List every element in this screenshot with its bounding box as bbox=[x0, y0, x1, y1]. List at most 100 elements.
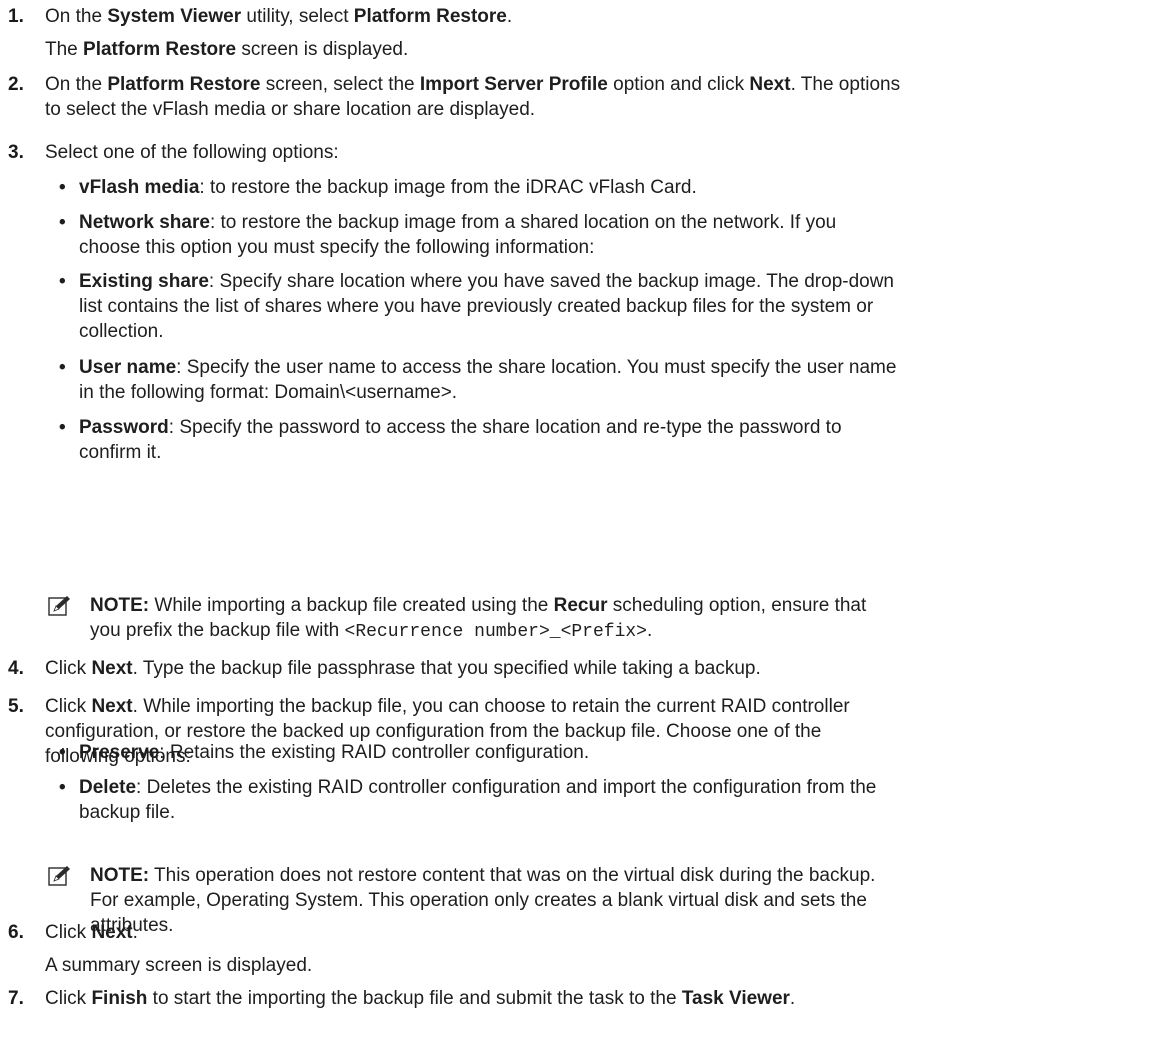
text-run: Click bbox=[45, 658, 92, 679]
text-run: : Specify the password to access the sha… bbox=[168, 417, 842, 438]
bold-term: Finish bbox=[91, 988, 148, 1009]
step-number: 4. bbox=[8, 658, 24, 679]
bold-term: Network share bbox=[79, 212, 210, 233]
text-run: . The options bbox=[790, 74, 901, 95]
text-run: Click bbox=[45, 696, 92, 717]
bullet-text: Network share: to restore the backup ima… bbox=[79, 210, 836, 236]
step-number: 5. bbox=[8, 696, 24, 717]
text-run: scheduling option, ensure that bbox=[607, 595, 867, 616]
bullet-text: confirm it. bbox=[79, 440, 161, 466]
text-run: list contains the list of shares where y… bbox=[79, 296, 874, 317]
text-run: : to restore the backup image from the i… bbox=[199, 177, 697, 198]
text-run: Select one of the following options: bbox=[45, 142, 339, 163]
text-run: configuration, or restore the backed up … bbox=[45, 721, 822, 742]
note-text: NOTE: This operation does not restore co… bbox=[90, 863, 875, 889]
text-run: Click bbox=[45, 988, 92, 1009]
bold-term: Next bbox=[91, 658, 133, 679]
bold-term: User name bbox=[79, 357, 177, 378]
text-run: . bbox=[506, 6, 513, 27]
step-text: On the System Viewer utility, select Pla… bbox=[45, 4, 512, 30]
bold-term: System Viewer bbox=[107, 6, 242, 27]
text-run: While importing a backup file created us… bbox=[149, 595, 554, 616]
bold-term: Recur bbox=[553, 595, 608, 616]
text-run: : Deletes the existing RAID controller c… bbox=[136, 777, 877, 798]
bullet-text: list contains the list of shares where y… bbox=[79, 294, 873, 320]
text-run: A summary screen is displayed. bbox=[45, 955, 313, 976]
bold-term: Platform Restore bbox=[83, 39, 237, 60]
pencil-note-icon bbox=[48, 595, 72, 617]
text-run: . bbox=[789, 988, 796, 1009]
pencil-note-icon bbox=[48, 865, 72, 887]
step-text: Click Finish to start the importing the … bbox=[45, 986, 795, 1012]
note-text: For example, Operating System. This oper… bbox=[90, 888, 867, 914]
step-text: On the Platform Restore screen, select t… bbox=[45, 72, 900, 98]
text-run: option and click bbox=[607, 74, 750, 95]
bold-term: Task Viewer bbox=[681, 988, 790, 1009]
text-run: to start the importing the backup file a… bbox=[147, 988, 682, 1009]
text-run: screen is displayed. bbox=[236, 39, 409, 60]
step-number: 2. bbox=[8, 74, 24, 95]
bold-term: vFlash media bbox=[79, 177, 200, 198]
step-text: Click Next. While importing the backup f… bbox=[45, 694, 850, 720]
bullet-text: backup file. bbox=[79, 800, 175, 826]
bullet-marker: • bbox=[59, 777, 66, 798]
bold-term: Platform Restore bbox=[107, 74, 261, 95]
text-run: The bbox=[45, 39, 84, 60]
text-run: . Type the backup file passphrase that y… bbox=[132, 658, 761, 679]
bullet-text: in the following format: Domain\<usernam… bbox=[79, 380, 457, 406]
step-number: 3. bbox=[8, 142, 24, 163]
text-run: For example, Operating System. This oper… bbox=[90, 890, 867, 911]
step-text: Click Next. bbox=[45, 920, 138, 946]
bold-term: NOTE: bbox=[90, 865, 150, 886]
text-run: . While importing the backup file, you c… bbox=[132, 696, 850, 717]
bullet-marker: • bbox=[59, 417, 66, 438]
text-run: to select the vFlash media or share loca… bbox=[45, 99, 536, 120]
text-run: : to restore the backup image from a sha… bbox=[209, 212, 837, 233]
text-run: On the bbox=[45, 6, 108, 27]
text-run: : Specify share location where you have … bbox=[208, 271, 895, 292]
note-text: NOTE: While importing a backup file crea… bbox=[90, 593, 866, 619]
step-number: 1. bbox=[8, 6, 24, 27]
code-text: <Recurrence number>_<Prefix> bbox=[344, 622, 647, 642]
text-run: you prefix the backup file with bbox=[90, 620, 345, 641]
bullet-text: vFlash media: to restore the backup imag… bbox=[79, 175, 697, 201]
step-result-text: The Platform Restore screen is displayed… bbox=[45, 37, 408, 63]
document-page: 1. On the System Viewer utility, select P… bbox=[0, 0, 1168, 1047]
bold-term: Import Server Profile bbox=[419, 74, 608, 95]
bullet-marker: • bbox=[59, 177, 66, 198]
bullet-text: collection. bbox=[79, 319, 164, 345]
step-number: 6. bbox=[8, 922, 24, 943]
text-run: . bbox=[132, 922, 138, 943]
text-run: This operation does not restore content … bbox=[149, 865, 876, 886]
step-result-text: A summary screen is displayed. bbox=[45, 953, 312, 979]
text-run: confirm it. bbox=[79, 442, 162, 463]
bullet-text: choose this option you must specify the … bbox=[79, 235, 594, 261]
text-run: screen, select the bbox=[260, 74, 420, 95]
bold-term: NOTE: bbox=[90, 595, 150, 616]
bold-term: Next bbox=[749, 74, 791, 95]
text-run: : Retains the existing RAID controller c… bbox=[159, 742, 590, 763]
text-run: On the bbox=[45, 74, 108, 95]
bullet-text: User name: Specify the user name to acce… bbox=[79, 355, 896, 381]
bold-term: Next bbox=[91, 922, 133, 943]
bullet-text: Password: Specify the password to access… bbox=[79, 415, 842, 441]
step-text: to select the vFlash media or share loca… bbox=[45, 97, 535, 123]
bullet-text: Existing share: Specify share location w… bbox=[79, 269, 894, 295]
step-text: Select one of the following options: bbox=[45, 140, 339, 166]
bullet-text: Preserve: Retains the existing RAID cont… bbox=[79, 740, 589, 766]
text-run: . bbox=[646, 620, 653, 641]
text-run: backup file. bbox=[79, 802, 176, 823]
step-text: Click Next. Type the backup file passphr… bbox=[45, 656, 761, 682]
bullet-marker: • bbox=[59, 357, 66, 378]
text-run: utility, select bbox=[241, 6, 354, 27]
text-run: collection. bbox=[79, 321, 164, 342]
step-number: 7. bbox=[8, 988, 24, 1009]
text-run: : Specify the user name to access the sh… bbox=[176, 357, 897, 378]
bullet-text: Delete: Deletes the existing RAID contro… bbox=[79, 775, 876, 801]
bold-term: Delete bbox=[79, 777, 137, 798]
bold-term: Platform Restore bbox=[353, 6, 507, 27]
bold-term: Password bbox=[79, 417, 169, 438]
text-run: in the following format: Domain\<usernam… bbox=[79, 382, 458, 403]
text-run: choose this option you must specify the … bbox=[79, 237, 595, 258]
text-run: Click bbox=[45, 922, 92, 943]
